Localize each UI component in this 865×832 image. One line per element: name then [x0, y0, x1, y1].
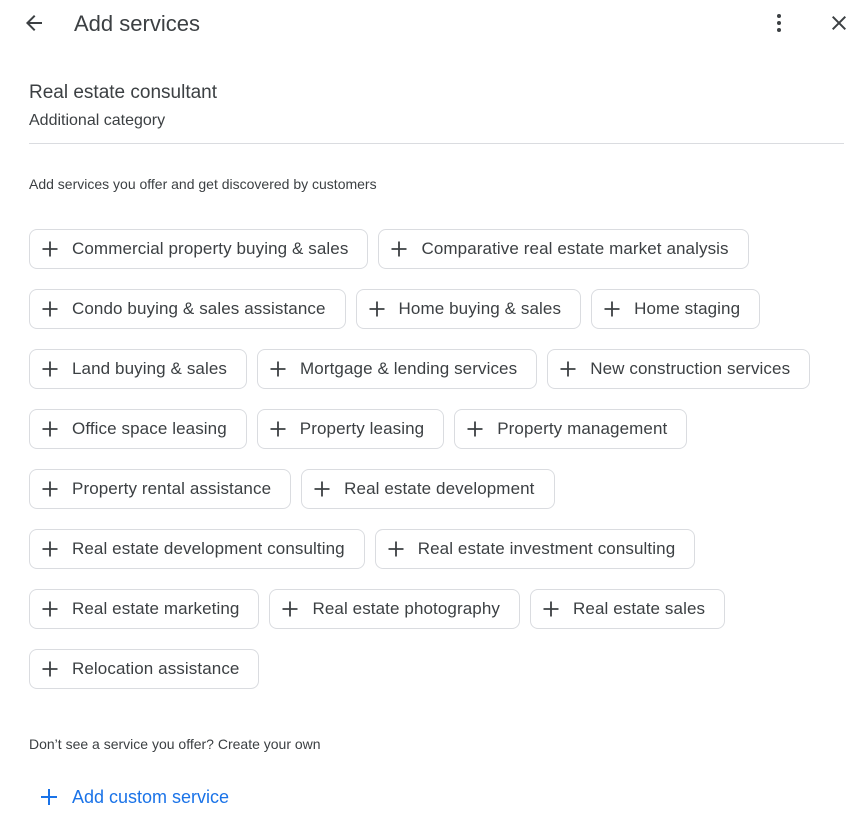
service-chip-label: Property leasing: [299, 419, 425, 438]
plus-icon: [268, 359, 288, 379]
plus-icon: [465, 419, 485, 439]
service-chip[interactable]: Property rental assistance: [29, 469, 292, 509]
service-chip-label: Commercial property buying & sales: [72, 239, 349, 258]
service-chip-label: Mortgage & lending services: [300, 359, 518, 378]
service-chip[interactable]: Property management: [454, 409, 688, 449]
service-chip-label: Land buying & sales: [72, 359, 228, 378]
service-chip-list: Commercial property buying & sales Compar…: [29, 229, 829, 689]
service-chip-label: Real estate investment consulting: [417, 539, 676, 558]
service-chip[interactable]: Commercial property buying & sales: [29, 229, 369, 269]
service-chip-label: Real estate marketing: [72, 599, 240, 618]
service-chip-label: Relocation assistance: [72, 659, 240, 678]
service-chip-label: Real estate sales: [573, 599, 706, 618]
service-chip[interactable]: Real estate sales: [530, 589, 726, 629]
back-button[interactable]: [16, 5, 52, 41]
category-type: Additional category: [29, 112, 166, 129]
service-chip-label: Home staging: [634, 299, 741, 318]
plus-icon: [40, 599, 60, 619]
service-chip-label: Comparative real estate market analysis: [421, 239, 729, 258]
plus-icon: [312, 479, 332, 499]
service-chip[interactable]: Land buying & sales: [29, 349, 248, 389]
arrow-left-icon: [26, 15, 42, 31]
plus-icon: [280, 599, 300, 619]
plus-icon: [268, 419, 288, 439]
service-chip[interactable]: Real estate investment consulting: [374, 529, 696, 569]
service-chip[interactable]: Relocation assistance: [29, 649, 260, 689]
service-chip[interactable]: Real estate development: [301, 469, 555, 509]
category-name: Real estate consultant: [29, 82, 218, 103]
plus-icon: [40, 479, 60, 499]
plus-icon: [40, 239, 60, 259]
plus-icon: [541, 599, 561, 619]
service-chip[interactable]: Mortgage & lending services: [257, 349, 538, 389]
service-chip[interactable]: Comparative real estate market analysis: [378, 229, 749, 269]
plus-icon: [602, 299, 622, 319]
service-chip-label: Property management: [497, 419, 668, 438]
service-chip[interactable]: Real estate photography: [269, 589, 521, 629]
service-chip-label: New construction services: [590, 359, 791, 378]
plus-icon: [40, 419, 60, 439]
more-vert-icon: [777, 14, 781, 32]
plus-icon: [40, 359, 60, 379]
service-chip[interactable]: New construction services: [547, 349, 811, 389]
plus-icon: [40, 659, 60, 679]
dialog-header: Add services: [0, 0, 865, 48]
more-options-button[interactable]: [761, 5, 797, 41]
plus-icon: [40, 299, 60, 319]
service-chip-label: Real estate photography: [312, 599, 501, 618]
plus-icon: [558, 359, 578, 379]
plus-icon: [389, 239, 409, 259]
service-chip[interactable]: Home buying & sales: [355, 289, 582, 329]
service-chip-label: Home buying & sales: [398, 299, 562, 318]
service-chip[interactable]: Property leasing: [256, 409, 445, 449]
service-chip-label: Property rental assistance: [72, 479, 272, 498]
service-chip-label: Real estate development consulting: [72, 539, 345, 558]
service-chip[interactable]: Real estate marketing: [29, 589, 260, 629]
service-chip[interactable]: Office space leasing: [29, 409, 247, 449]
service-chip-label: Condo buying & sales assistance: [72, 299, 326, 318]
plus-icon: [386, 539, 406, 559]
service-chip[interactable]: Condo buying & sales assistance: [29, 289, 346, 329]
add-services-dialog: Add services Real estate consultant Addi…: [0, 0, 865, 832]
dialog-title: Add services: [74, 11, 200, 36]
divider: [29, 143, 844, 144]
service-chip-label: Office space leasing: [72, 419, 227, 438]
close-icon: [832, 16, 846, 30]
plus-icon: [38, 786, 60, 808]
add-custom-service-button[interactable]: Add custom service: [38, 784, 229, 810]
plus-icon: [367, 299, 387, 319]
custom-service-prompt: Don’t see a service you offer? Create yo…: [29, 736, 321, 752]
service-chip[interactable]: Home staging: [591, 289, 761, 329]
service-chip[interactable]: Real estate development consulting: [29, 529, 365, 569]
close-button[interactable]: [821, 5, 857, 41]
intro-text: Add services you offer and get discovere…: [29, 176, 377, 192]
add-custom-service-label: Add custom service: [72, 787, 230, 807]
plus-icon: [40, 539, 60, 559]
service-chip-label: Real estate development: [344, 479, 535, 498]
